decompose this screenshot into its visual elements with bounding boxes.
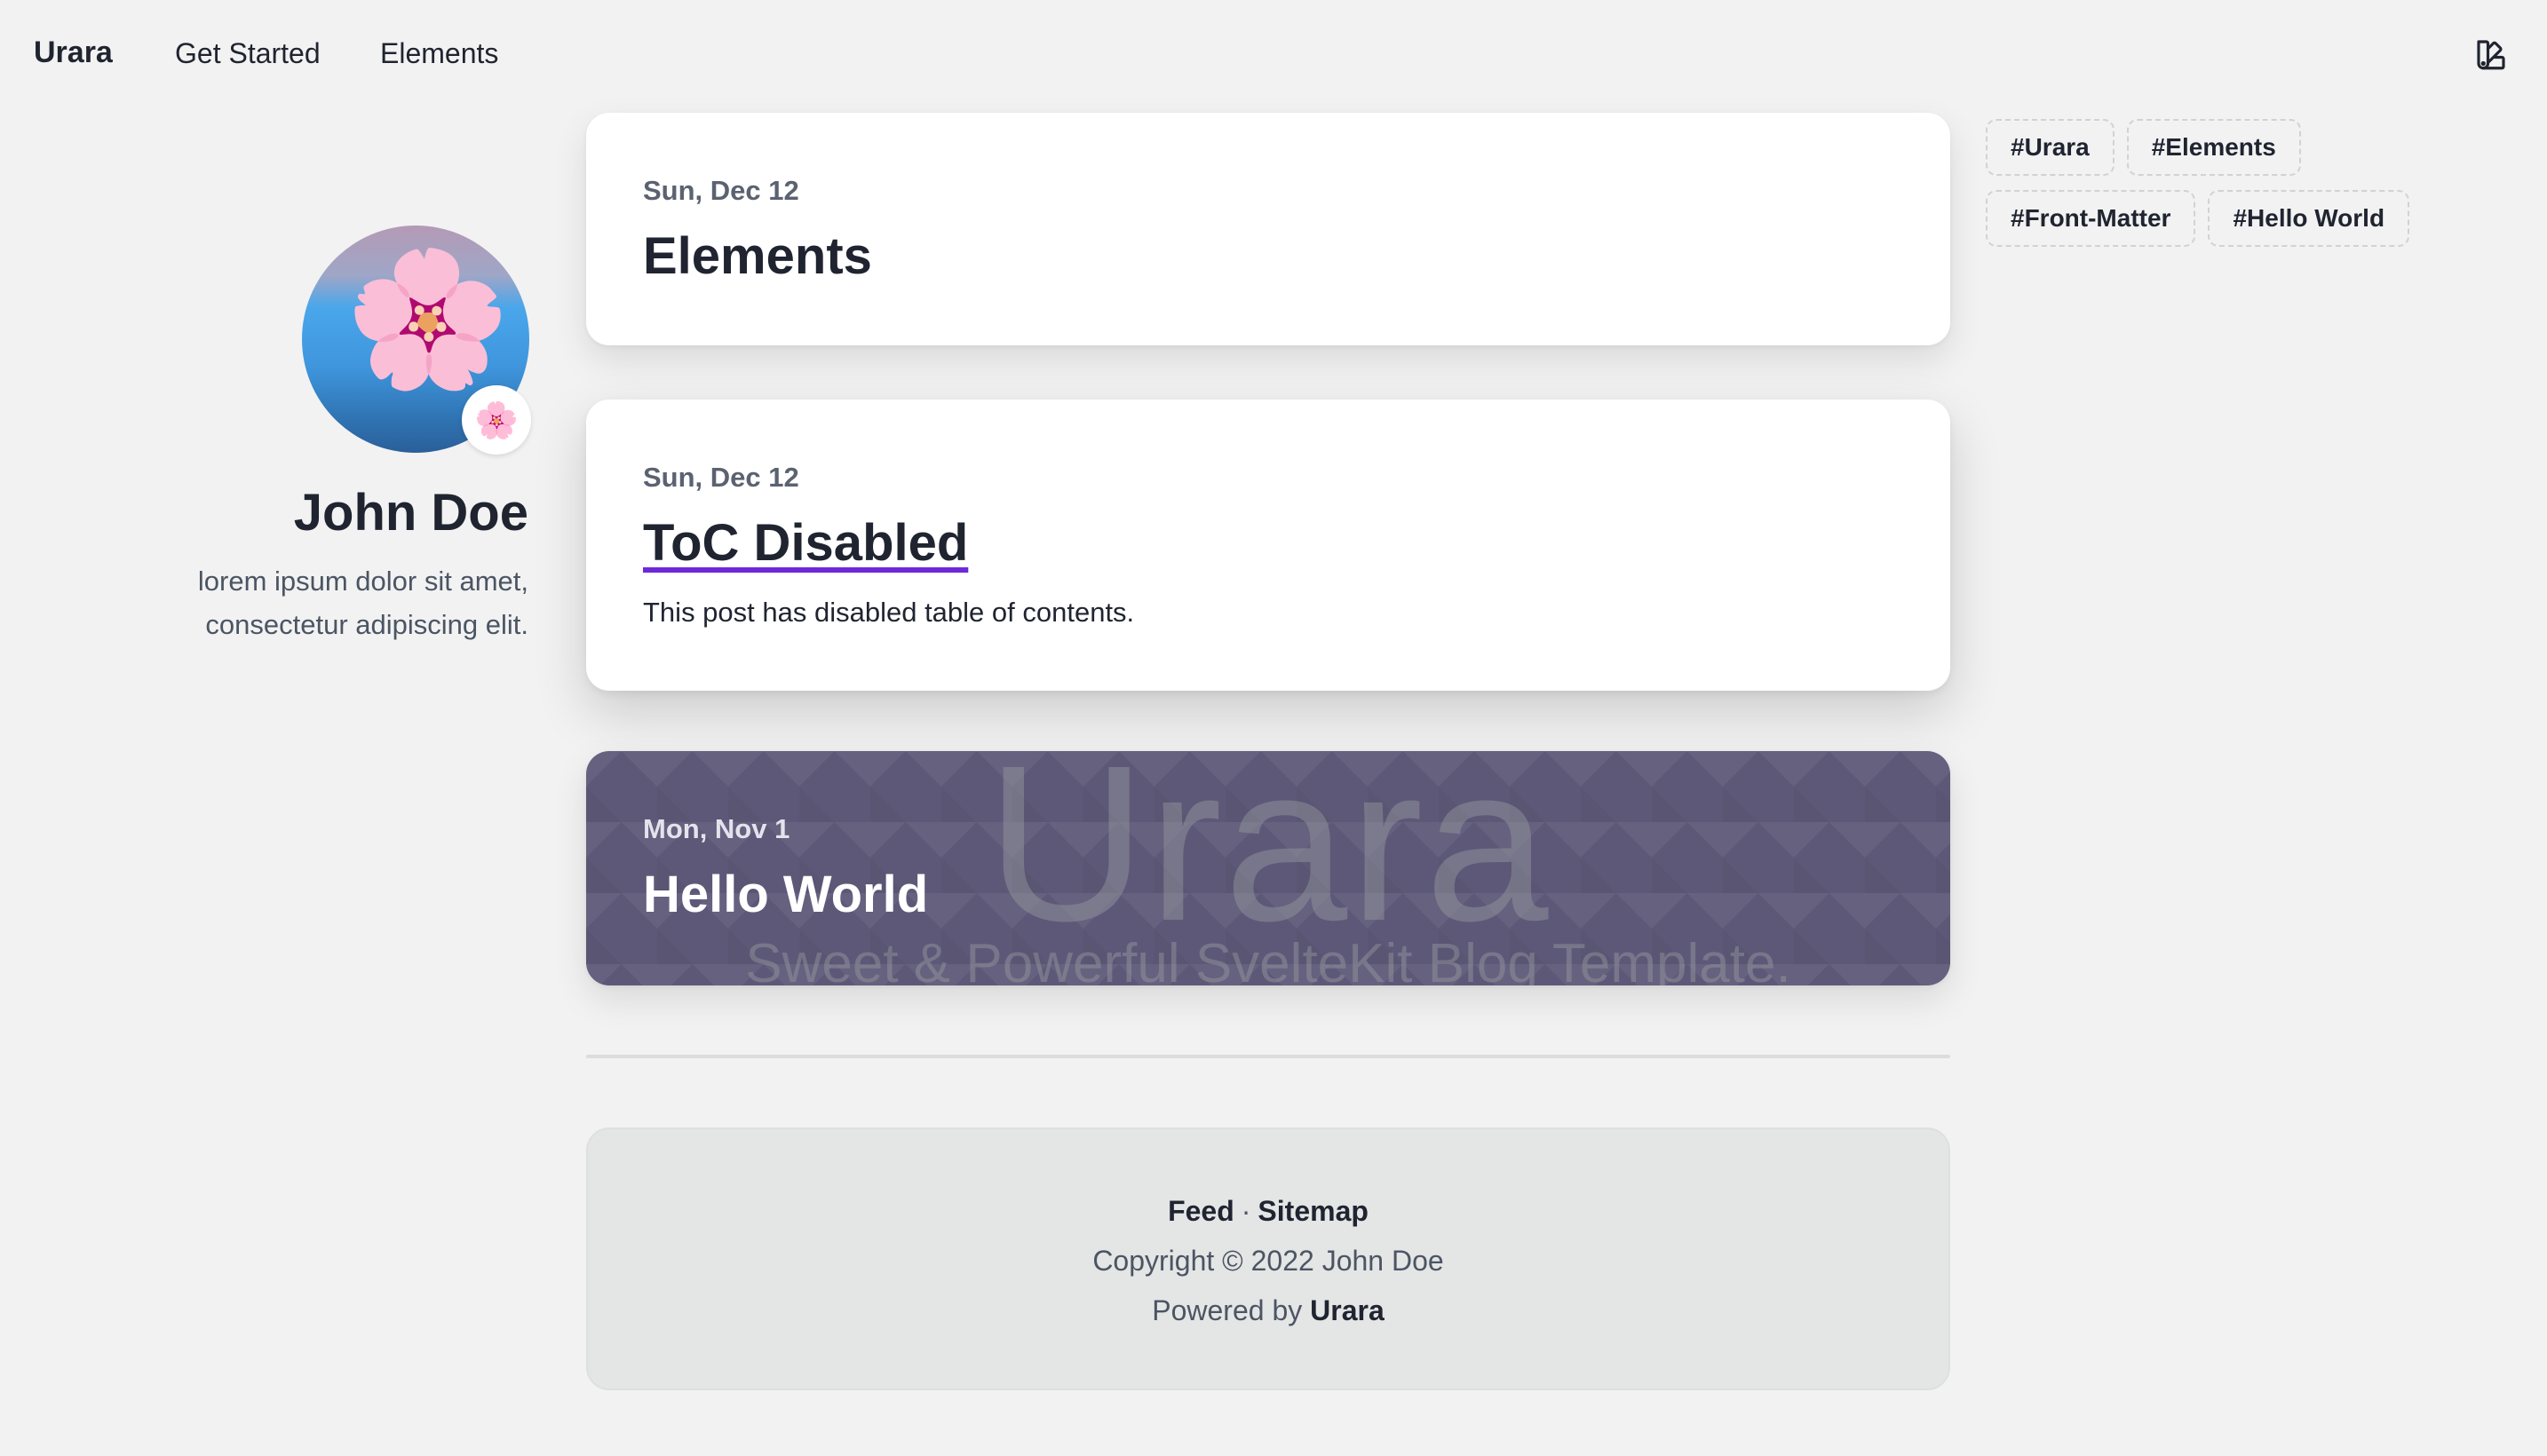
nav-get-started[interactable]: Get Started <box>175 37 321 70</box>
post-date: Sun, Dec 12 <box>643 175 799 206</box>
brand-link[interactable]: Urara <box>34 36 113 70</box>
sitemap-link[interactable]: Sitemap <box>1258 1195 1368 1227</box>
theme-swatch-icon <box>2477 40 2505 70</box>
theme-toggle-button[interactable] <box>2471 34 2511 75</box>
profile-name: John Doe <box>293 484 528 542</box>
post-title-link[interactable]: Hello World <box>643 865 928 924</box>
feed-link[interactable]: Feed <box>1168 1195 1234 1227</box>
post-card-toc-disabled[interactable]: Sun, Dec 12 ToC Disabled This post has d… <box>586 400 1950 691</box>
urara-link[interactable]: Urara <box>1310 1294 1385 1326</box>
nav-elements[interactable]: Elements <box>380 37 498 70</box>
tag-urara[interactable]: #Urara <box>1986 119 2115 176</box>
divider <box>586 1055 1950 1058</box>
post-title-link[interactable]: ToC Disabled <box>643 513 968 573</box>
post-summary: This post has disabled table of contents… <box>643 597 1135 628</box>
cover-subtitle: Sweet & Powerful SvelteKit Blog Template… <box>745 933 1791 985</box>
status-badge: 🌸 <box>462 385 531 455</box>
post-date: Mon, Nov 1 <box>643 813 790 844</box>
footer: Feed · Sitemap Copyright © 2022 John Doe P… <box>586 1128 1950 1390</box>
cherry-blossom-badge-icon: 🌸 <box>474 400 519 440</box>
post-card-elements[interactable]: Sun, Dec 12 Elements <box>586 113 1950 345</box>
footer-separator: · <box>1241 1195 1251 1227</box>
profile-bio: lorem ipsum dolor sit amet, consectetur … <box>197 566 528 640</box>
cherry-blossom-icon: 🌸 <box>345 244 511 393</box>
tag-front-matter[interactable]: #Front-Matter <box>1986 190 2196 247</box>
tag-elements[interactable]: #Elements <box>2126 119 2301 176</box>
post-card-hello-world[interactable]: Urara Sweet & Powerful SvelteKit Blog Te… <box>586 751 1950 985</box>
footer-links: Feed · Sitemap <box>588 1195 1948 1228</box>
tag-hello-world[interactable]: #Hello World <box>2208 190 2410 247</box>
footer-powered-by: Powered by Urara <box>588 1294 1948 1327</box>
profile-avatar: 🌸 🌸 <box>302 226 531 455</box>
powered-by-label: Powered by <box>1152 1294 1303 1326</box>
post-title-link[interactable]: Elements <box>643 226 872 286</box>
tag-list: #Urara #Elements #Front-Matter #Hello Worl… <box>1986 119 2483 261</box>
post-date: Sun, Dec 12 <box>643 462 799 493</box>
footer-copyright: Copyright © 2022 John Doe <box>1092 1245 1444 1277</box>
